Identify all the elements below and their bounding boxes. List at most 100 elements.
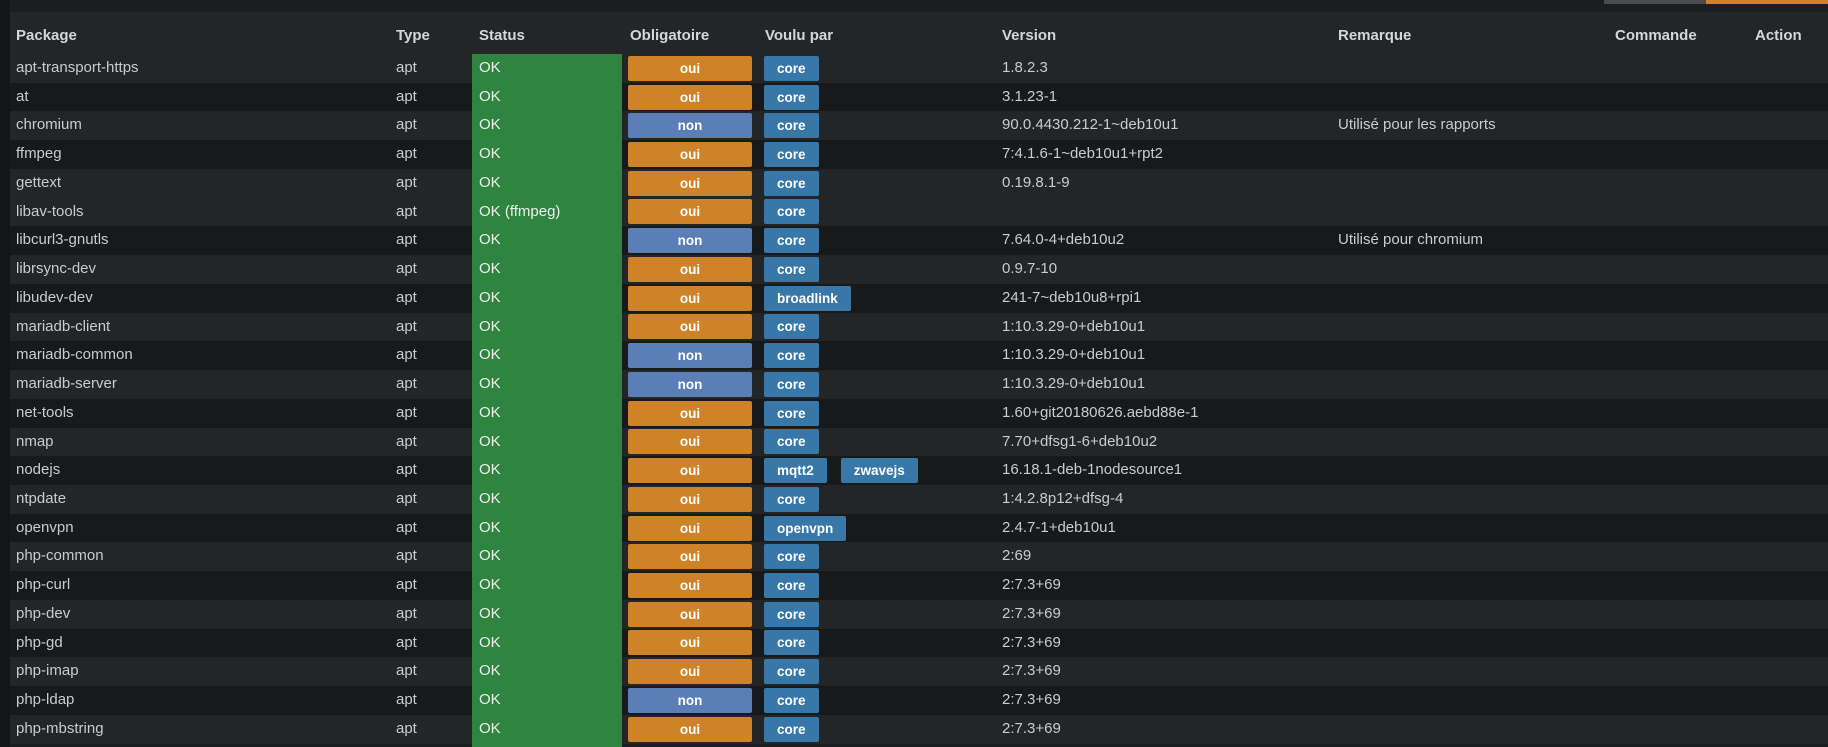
toolbar-button-orange[interactable] [1706, 0, 1828, 4]
status-value: OK [479, 59, 501, 76]
wanted-by-badge: core [764, 716, 819, 742]
packages-health-page: Package Type Status Obligatoire Voulu pa… [0, 0, 1828, 747]
package-version: 241-7~deb10u8+rpi1 [1002, 288, 1142, 306]
toolbar-button-gray[interactable] [1604, 0, 1706, 4]
status-value: OK [479, 490, 501, 508]
column-header-type: Type [396, 27, 430, 44]
wanted-by-badge: core [764, 84, 819, 110]
obligatoire-badge: non [628, 228, 752, 254]
wanted-by-badges: core [764, 343, 833, 369]
obligatoire-badge: oui [628, 573, 752, 599]
obligatoire-badge: oui [628, 84, 752, 110]
wanted-by-badges: openvpn [764, 515, 860, 541]
package-version: 7.64.0-4+deb10u2 [1002, 231, 1125, 249]
obligatoire-badge: oui [628, 170, 752, 196]
package-version: 1.60+git20180626.aebd88e-1 [1002, 403, 1199, 421]
package-name: libudev-dev [16, 288, 93, 306]
table-row: mariadb-client apt OK oui core 1:10.3.29… [0, 313, 1828, 342]
package-name: ntpdate [16, 490, 67, 508]
table-row: nodejs apt OK oui mqtt2 zwavejs 16.18.1-d… [0, 456, 1828, 485]
package-name: mariadb-server [16, 375, 117, 393]
table-row: php-gd apt OK oui core 2:7.3+69 [0, 629, 1828, 658]
status-value: OK [479, 116, 501, 134]
package-name: php-dev [16, 604, 71, 622]
status-value: OK [479, 547, 501, 565]
package-type: apt [396, 231, 417, 249]
wanted-by-badge: core [764, 170, 819, 196]
wanted-by-badges: core [764, 142, 833, 167]
package-type: apt [396, 691, 417, 709]
package-version: 1.8.2.3 [1002, 59, 1048, 76]
wanted-by-badges: core [764, 400, 833, 426]
status-value: OK [479, 662, 501, 680]
status-value: OK [479, 173, 501, 191]
wanted-by-badges: core [764, 228, 833, 254]
package-name: at [16, 87, 29, 105]
table-row: php-imap apt OK oui core 2:7.3+69 [0, 657, 1828, 686]
package-name: nmap [16, 432, 54, 450]
table-row: php-mbstring apt OK oui core 2:7.3+69 [0, 715, 1828, 744]
package-version: 7.70+dfsg1-6+deb10u2 [1002, 432, 1158, 450]
obligatoire-badge: oui [628, 544, 752, 570]
obligatoire-badge: oui [628, 630, 752, 656]
wanted-by-badge: core [764, 113, 819, 139]
status-value: OK [479, 231, 501, 249]
obligatoire-badge: non [628, 371, 752, 397]
wanted-by-badges: core [764, 429, 833, 455]
status-value: OK [479, 691, 501, 709]
status-value: OK [479, 719, 501, 737]
obligatoire-badge: oui [628, 601, 752, 627]
wanted-by-badge: zwavejs [840, 458, 918, 484]
table-row: openvpn apt OK oui openvpn 2.4.7-1+deb10… [0, 514, 1828, 543]
wanted-by-badge: core [764, 314, 819, 340]
package-name: chromium [16, 116, 82, 134]
status-value: OK [479, 633, 501, 651]
wanted-by-badges: core [764, 601, 833, 627]
package-version: 0.19.8.1-9 [1002, 173, 1070, 191]
wanted-by-badge: core [764, 343, 819, 369]
wanted-by-badge: core [764, 55, 819, 81]
package-version: 1:10.3.29-0+deb10u1 [1002, 346, 1146, 364]
table-row: php-common apt OK oui core 2:69 [0, 542, 1828, 571]
package-type: apt [396, 547, 417, 565]
wanted-by-badge: core [764, 687, 819, 713]
wanted-by-badge: core [764, 199, 819, 225]
status-value: OK [479, 260, 501, 278]
status-value: OK [479, 145, 501, 163]
package-version: 1:4.2.8p12+dfsg-4 [1002, 490, 1124, 508]
package-name: php-imap [16, 662, 79, 680]
package-name: libcurl3-gnutls [16, 231, 109, 249]
package-type: apt [396, 317, 417, 335]
wanted-by-badge: core [764, 429, 819, 455]
wanted-by-badges: core [764, 371, 833, 397]
wanted-by-badges: core [764, 199, 833, 225]
wanted-by-badge: core [764, 573, 819, 599]
package-version: 2:7.3+69 [1002, 633, 1061, 651]
wanted-by-badge: core [764, 142, 819, 167]
table-row: mariadb-server apt OK non core 1:10.3.29… [0, 370, 1828, 399]
package-name: nodejs [16, 461, 61, 479]
column-header-package: Package [16, 27, 77, 44]
wanted-by-badges: core [764, 314, 833, 340]
status-value: OK [479, 518, 501, 536]
table-row: gettext apt OK oui core 0.19.8.1-9 [0, 169, 1828, 198]
table-row: libudev-dev apt OK oui broadlink 241-7~d… [0, 284, 1828, 313]
package-version: 2:7.3+69 [1002, 662, 1061, 680]
wanted-by-badges: core [764, 170, 833, 196]
table-row: net-tools apt OK oui core 1.60+git201806… [0, 399, 1828, 428]
package-remark: Utilisé pour les rapports [1338, 116, 1496, 134]
column-header-action: Action [1755, 27, 1802, 44]
wanted-by-badge: core [764, 371, 819, 397]
wanted-by-badges: core [764, 716, 833, 742]
package-version: 1:10.3.29-0+deb10u1 [1002, 317, 1146, 335]
status-value: OK [479, 288, 501, 306]
package-name: php-gd [16, 633, 63, 651]
package-name: openvpn [16, 518, 74, 536]
wanted-by-badges: core [764, 84, 833, 110]
wanted-by-badge: core [764, 400, 819, 426]
package-type: apt [396, 346, 417, 364]
table-row: ffmpeg apt OK oui core 7:4.1.6-1~deb10u1… [0, 140, 1828, 169]
package-type: apt [396, 518, 417, 536]
package-name: mariadb-client [16, 317, 111, 335]
table-row: ntpdate apt OK oui core 1:4.2.8p12+dfsg-… [0, 485, 1828, 514]
